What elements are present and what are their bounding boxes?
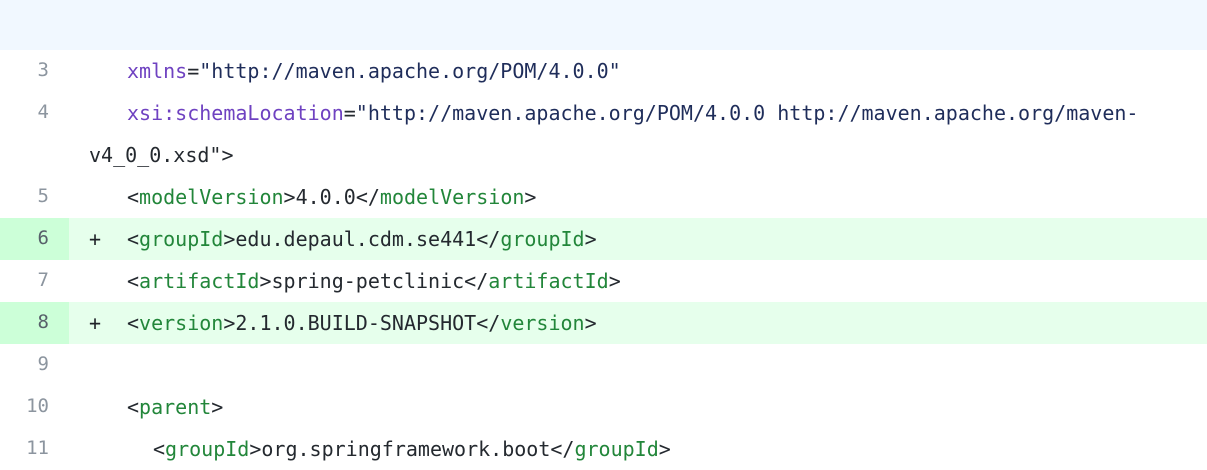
diff-line-11[interactable]: 11 <groupId>org.springframework.boot</gr… (0, 428, 1207, 470)
diff-line-5[interactable]: 5 <modelVersion>4.0.0</modelVersion> (0, 176, 1207, 218)
xml-text: 2.1.0.BUILD-SNAPSHOT (235, 311, 477, 335)
diff-marker (69, 386, 109, 428)
xml-attribute-value: "http://maven.apache.org/POM/4.0.0" (199, 59, 621, 83)
diff-line-7[interactable]: 7 <artifactId>spring-petclinic</artifact… (0, 260, 1207, 302)
xml-tag-name: groupId (139, 227, 224, 251)
xml-tag-name: groupId (165, 437, 250, 461)
hunk-header[interactable] (0, 0, 1207, 50)
diff-marker (69, 344, 109, 386)
xml-bracket: </ (476, 311, 501, 335)
xml-bracket: > (283, 185, 296, 209)
xml-text: edu.depaul.cdm.se441 (235, 227, 477, 251)
wrapped-continuation: v4_0_0.xsd"> (89, 143, 234, 167)
code-content: <version>2.1.0.BUILD-SNAPSHOT</version> (109, 302, 1207, 344)
diff-lines: 3 xmlns="http://maven.apache.org/POM/4.0… (0, 50, 1207, 470)
xml-bracket: < (127, 185, 140, 209)
xml-attribute-value: "http://maven.apache.org/POM/4.0.0 http:… (355, 101, 1139, 125)
xml-bracket: < (127, 227, 140, 251)
diff-line-3[interactable]: 3 xmlns="http://maven.apache.org/POM/4.0… (0, 50, 1207, 92)
xml-equals: = (187, 59, 200, 83)
xml-bracket: > (584, 227, 597, 251)
code-content: <modelVersion>4.0.0</modelVersion> (109, 176, 1207, 218)
xml-bracket: </ (550, 437, 575, 461)
code-content (109, 344, 1207, 386)
line-number[interactable]: 7 (0, 260, 69, 302)
xml-bracket: > (584, 311, 597, 335)
xml-bracket: </ (464, 269, 489, 293)
line-number[interactable]: 6 (0, 218, 69, 260)
code-content: <parent> (109, 386, 1207, 428)
xml-bracket: </ (355, 185, 380, 209)
code-content: <artifactId>spring-petclinic</artifactId… (109, 260, 1207, 302)
xml-bracket: > (658, 437, 671, 461)
diff-marker (69, 260, 109, 302)
line-number[interactable]: 11 (0, 428, 69, 470)
xml-bracket: > (249, 437, 262, 461)
diff-line-10[interactable]: 10 <parent> (0, 386, 1207, 428)
diff-marker: + (89, 227, 102, 251)
diff-line-6-added[interactable]: 6 + <groupId>edu.depaul.cdm.se441</group… (0, 218, 1207, 260)
xml-text: org.springframework.boot (261, 437, 551, 461)
line-number[interactable]: 8 (0, 302, 69, 344)
xml-bracket: < (127, 269, 140, 293)
diff-marker (69, 176, 109, 218)
xml-text: spring-petclinic (271, 269, 465, 293)
xml-bracket: > (211, 395, 224, 419)
diff-line-4[interactable]: 4 xsi:schemaLocation="http://maven.apach… (0, 92, 1207, 176)
xml-bracket: < (153, 437, 166, 461)
xml-bracket: > (223, 227, 236, 251)
diff-marker (69, 428, 109, 470)
xml-bracket: < (127, 395, 140, 419)
diff-line-9[interactable]: 9 (0, 344, 1207, 386)
xml-tag-name: modelVersion (139, 185, 284, 209)
diff-marker (69, 50, 109, 92)
xml-bracket: </ (476, 227, 501, 251)
xml-tag-name: groupId (500, 227, 585, 251)
diff-line-8-added[interactable]: 8 + <version>2.1.0.BUILD-SNAPSHOT</versi… (0, 302, 1207, 344)
xml-equals: = (343, 101, 356, 125)
code-content: xmlns="http://maven.apache.org/POM/4.0.0… (109, 50, 1207, 92)
xml-bracket: > (223, 311, 236, 335)
line-number[interactable]: 5 (0, 176, 69, 218)
xml-tag-name: artifactId (488, 269, 609, 293)
xml-text: 4.0.0 (295, 185, 356, 209)
xml-bracket: > (524, 185, 537, 209)
line-number[interactable]: 4 (0, 92, 69, 176)
xml-tag-name: groupId (574, 437, 659, 461)
xml-tag-name: modelVersion (379, 185, 525, 209)
diff-marker: + (89, 311, 102, 335)
line-number[interactable]: 9 (0, 344, 69, 386)
xml-tag-name: parent (139, 395, 212, 419)
code-content: <groupId>org.springframework.boot</group… (109, 428, 1207, 470)
xml-tag-name: artifactId (139, 269, 260, 293)
xml-tag-name: version (500, 311, 585, 335)
line-number[interactable]: 3 (0, 50, 69, 92)
code-content: <groupId>edu.depaul.cdm.se441</groupId> (109, 218, 1207, 260)
xml-bracket: > (608, 269, 621, 293)
xml-bracket: > (259, 269, 272, 293)
line-number[interactable]: 10 (0, 386, 69, 428)
xml-tag-name: version (139, 311, 224, 335)
xml-attribute: xsi:schemaLocation (127, 101, 344, 125)
xml-bracket: < (127, 311, 140, 335)
xml-attribute: xmlns (127, 59, 188, 83)
code-content: xsi:schemaLocation="http://maven.apache.… (109, 92, 1207, 176)
